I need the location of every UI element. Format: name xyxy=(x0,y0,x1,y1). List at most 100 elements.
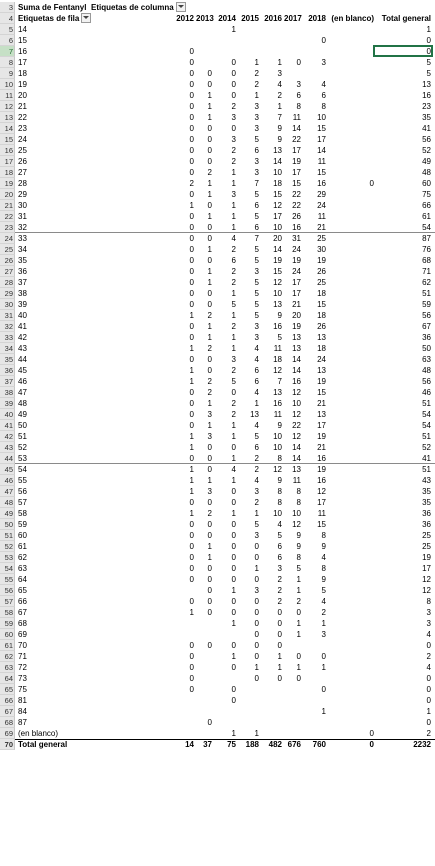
value-cell[interactable] xyxy=(328,90,374,101)
value-cell[interactable]: 2 xyxy=(196,310,212,321)
value-cell[interactable]: 22 xyxy=(284,189,301,200)
value-cell[interactable]: 0 xyxy=(176,563,194,574)
value-cell[interactable]: 5 xyxy=(261,332,282,343)
row-label[interactable]: 50 xyxy=(18,420,98,431)
row-label[interactable]: 84 xyxy=(18,706,98,717)
value-cell[interactable]: 0 xyxy=(214,486,236,497)
row-label[interactable]: 17 xyxy=(18,57,98,68)
value-cell[interactable]: 3 xyxy=(239,486,259,497)
value-cell[interactable]: 0 xyxy=(176,530,194,541)
value-cell[interactable]: 3 xyxy=(304,57,326,68)
row-number[interactable]: 14 xyxy=(0,123,15,134)
value-cell[interactable] xyxy=(328,717,374,728)
total-cell[interactable]: 56 xyxy=(375,134,431,145)
row-number[interactable]: 55 xyxy=(0,574,15,585)
value-cell[interactable]: 75 xyxy=(214,739,236,750)
value-cell[interactable]: 1 xyxy=(176,431,194,442)
value-cell[interactable]: 11 xyxy=(261,343,282,354)
value-cell[interactable]: 9 xyxy=(284,530,301,541)
value-cell[interactable]: 8 xyxy=(304,530,326,541)
value-cell[interactable]: 8 xyxy=(284,486,301,497)
row-label[interactable]: Total general xyxy=(18,739,98,750)
value-cell[interactable]: 1 xyxy=(176,200,194,211)
row-number[interactable]: 19 xyxy=(0,178,15,189)
value-cell[interactable] xyxy=(239,46,259,57)
value-cell[interactable] xyxy=(284,706,301,717)
value-cell[interactable] xyxy=(239,24,259,35)
row-label[interactable]: 47 xyxy=(18,387,98,398)
row-number[interactable]: 62 xyxy=(0,651,15,662)
row-number[interactable]: 11 xyxy=(0,90,15,101)
total-cell[interactable]: 48 xyxy=(375,167,431,178)
value-cell[interactable]: 0 xyxy=(176,211,194,222)
row-label[interactable]: 14 xyxy=(18,24,98,35)
value-cell[interactable]: 4 xyxy=(239,387,259,398)
value-cell[interactable] xyxy=(239,695,259,706)
value-cell[interactable] xyxy=(284,728,301,739)
value-cell[interactable] xyxy=(214,35,236,46)
value-cell[interactable]: 1 xyxy=(176,442,194,453)
row-label[interactable]: 64 xyxy=(18,574,98,585)
value-cell[interactable]: 1 xyxy=(214,431,236,442)
column-header[interactable]: 2018 xyxy=(304,13,326,24)
value-cell[interactable]: 12 xyxy=(261,277,282,288)
row-number[interactable]: 45 xyxy=(0,464,15,475)
total-cell[interactable]: 0 xyxy=(375,640,431,651)
row-number[interactable]: 56 xyxy=(0,585,15,596)
value-cell[interactable] xyxy=(328,288,374,299)
total-cell[interactable]: 1 xyxy=(375,24,431,35)
value-cell[interactable]: 1 xyxy=(261,101,282,112)
value-cell[interactable]: 0 xyxy=(239,651,259,662)
value-cell[interactable]: 1 xyxy=(196,398,212,409)
row-number[interactable]: 61 xyxy=(0,640,15,651)
value-cell[interactable]: 5 xyxy=(239,519,259,530)
value-cell[interactable]: 1 xyxy=(304,706,326,717)
value-cell[interactable] xyxy=(328,200,374,211)
row-number[interactable]: 36 xyxy=(0,365,15,376)
value-cell[interactable]: 0 xyxy=(196,255,212,266)
value-cell[interactable]: 3 xyxy=(239,530,259,541)
value-cell[interactable] xyxy=(328,486,374,497)
value-cell[interactable]: 0 xyxy=(176,46,194,57)
value-cell[interactable] xyxy=(328,442,374,453)
value-cell[interactable] xyxy=(328,244,374,255)
value-cell[interactable]: 12 xyxy=(284,519,301,530)
row-number[interactable]: 22 xyxy=(0,211,15,222)
value-cell[interactable]: 9 xyxy=(261,123,282,134)
value-cell[interactable] xyxy=(261,684,282,695)
value-cell[interactable]: 5 xyxy=(239,255,259,266)
row-label[interactable]: 45 xyxy=(18,365,98,376)
row-number[interactable]: 51 xyxy=(0,530,15,541)
total-cell[interactable]: 52 xyxy=(375,442,431,453)
value-cell[interactable]: 14 xyxy=(261,156,282,167)
value-cell[interactable]: 3 xyxy=(239,321,259,332)
value-cell[interactable] xyxy=(328,662,374,673)
value-cell[interactable]: 1 xyxy=(304,618,326,629)
value-cell[interactable]: 0 xyxy=(196,717,212,728)
value-cell[interactable]: 2 xyxy=(214,244,236,255)
value-cell[interactable]: 19 xyxy=(304,464,326,475)
value-cell[interactable]: 6 xyxy=(239,200,259,211)
value-cell[interactable]: 1 xyxy=(284,574,301,585)
row-number[interactable]: 57 xyxy=(0,596,15,607)
row-number[interactable]: 18 xyxy=(0,167,15,178)
value-cell[interactable]: 1 xyxy=(239,508,259,519)
value-cell[interactable]: 10 xyxy=(261,288,282,299)
row-number[interactable]: 13 xyxy=(0,112,15,123)
value-cell[interactable]: 9 xyxy=(284,541,301,552)
value-cell[interactable] xyxy=(261,706,282,717)
value-cell[interactable] xyxy=(328,35,374,46)
row-number[interactable]: 40 xyxy=(0,409,15,420)
row-number[interactable]: 44 xyxy=(0,453,15,464)
value-cell[interactable]: 10 xyxy=(261,167,282,178)
value-cell[interactable]: 1 xyxy=(214,343,236,354)
row-number[interactable]: 47 xyxy=(0,486,15,497)
value-cell[interactable]: 1 xyxy=(176,475,194,486)
total-cell[interactable]: 4 xyxy=(375,629,431,640)
row-number[interactable]: 33 xyxy=(0,332,15,343)
value-cell[interactable]: 1 xyxy=(196,420,212,431)
value-cell[interactable]: 5 xyxy=(239,134,259,145)
row-label[interactable]: 62 xyxy=(18,552,98,563)
value-cell[interactable]: 1 xyxy=(196,475,212,486)
total-cell[interactable]: 19 xyxy=(375,552,431,563)
